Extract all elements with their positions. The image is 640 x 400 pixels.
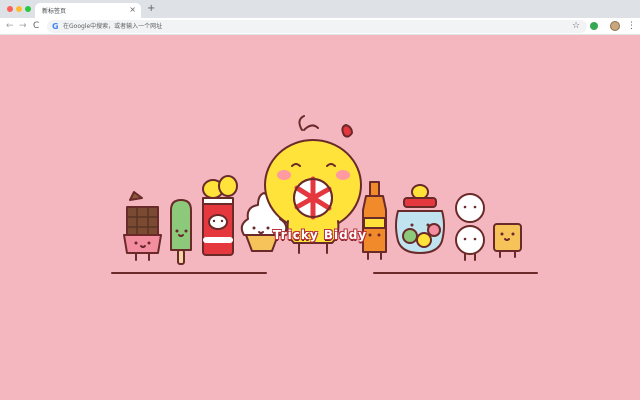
marshmallow-stack-character — [455, 193, 485, 261]
brand-logo-text: Tricky Biddy — [272, 228, 368, 242]
cracker-character — [493, 223, 522, 258]
new-tab-button[interactable]: + — [147, 3, 155, 15]
chocolate-bar-character — [123, 191, 162, 261]
candy-jar-character — [395, 184, 445, 254]
back-button[interactable]: ← — [6, 20, 14, 32]
chips-can-character — [202, 175, 238, 256]
popsicle-character — [170, 199, 192, 265]
window-maximize-button[interactable] — [25, 6, 31, 12]
forward-button[interactable]: → — [19, 20, 27, 32]
google-icon: G — [52, 22, 59, 31]
tab-strip: 新标签页 × + — [0, 0, 640, 18]
reload-button[interactable]: C — [33, 20, 39, 32]
browser-toolbar: ← → C G 在Google中搜索，或者输入一个网址 ☆ ⋮ — [0, 18, 640, 35]
tab-close-icon[interactable]: × — [129, 5, 136, 15]
window-minimize-button[interactable] — [16, 6, 22, 12]
address-bar[interactable]: G 在Google中搜索，或者输入一个网址 — [47, 20, 587, 33]
bookmark-star-icon[interactable]: ☆ — [572, 21, 580, 31]
profile-avatar[interactable] — [610, 21, 620, 31]
tab-new-tab[interactable]: 新标签页 × — [35, 3, 141, 18]
browser-menu-icon[interactable]: ⋮ — [627, 20, 636, 32]
address-bar-placeholder: 在Google中搜索，或者输入一个网址 — [63, 23, 163, 30]
extension-icon[interactable] — [590, 22, 598, 30]
tab-title: 新标签页 — [42, 8, 67, 15]
window-close-button[interactable] — [7, 6, 13, 12]
wallpaper-illustration — [111, 115, 538, 274]
soda-bottle-character — [362, 181, 387, 260]
